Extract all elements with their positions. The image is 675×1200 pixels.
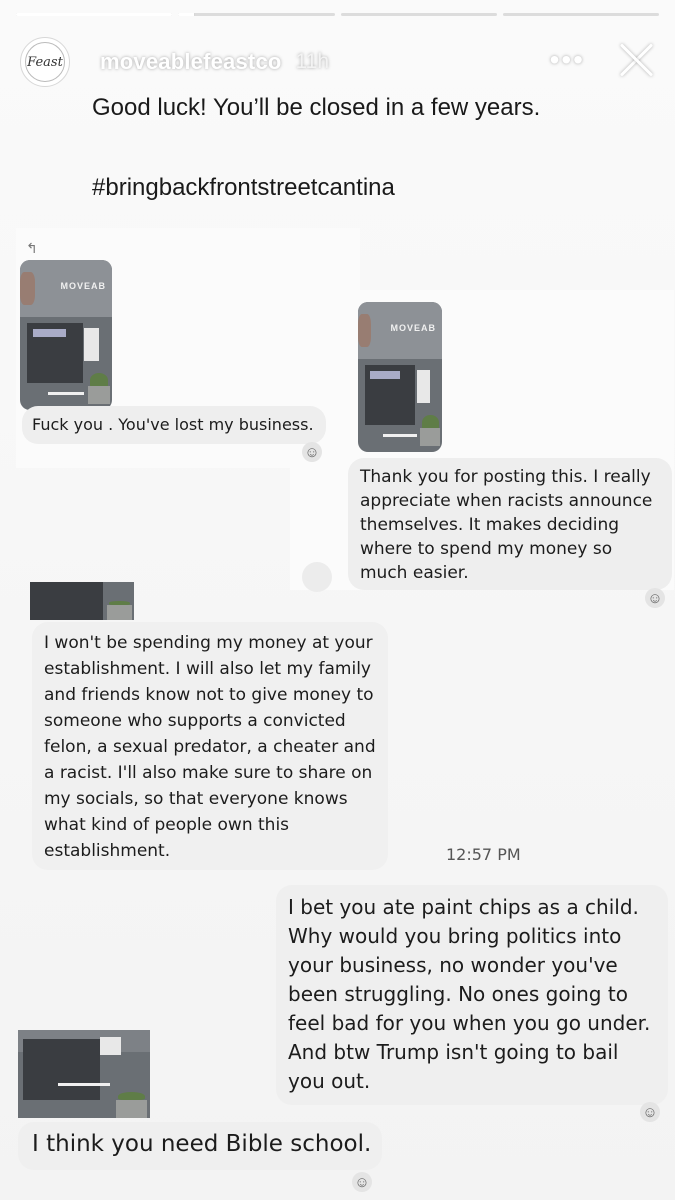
message-bubble: Fuck you . You've lost my business. xyxy=(22,406,326,444)
reply-arrow-icon: ↰ xyxy=(26,240,38,256)
progress-segment xyxy=(178,13,335,16)
more-options-icon[interactable]: ••• xyxy=(550,44,585,76)
story-header: Feast moveablefeastco 11h ••• xyxy=(20,37,659,87)
post-time: 11h xyxy=(295,50,330,73)
storefront-photo: MOVEAB xyxy=(358,302,442,452)
message-bubble: Thank you for posting this. I really app… xyxy=(348,458,672,590)
message-bubble: I think you need Bible school. xyxy=(18,1122,382,1170)
storefront-photo xyxy=(18,1030,150,1118)
message-bubble: I won't be spending my money at your est… xyxy=(32,622,388,870)
storefront-sign: MOVEAB xyxy=(390,323,436,333)
storefront-photo-cropped xyxy=(30,582,134,620)
story-hashtag: #bringbackfrontstreetcantina xyxy=(92,174,395,201)
add-reaction-icon[interactable]: ☺ xyxy=(640,1102,660,1122)
storefront-sign: MOVEAB xyxy=(60,281,106,291)
add-reaction-icon[interactable]: ☺ xyxy=(352,1172,372,1192)
story-progress xyxy=(16,13,659,17)
story-view: Feast moveablefeastco 11h ••• Good luck!… xyxy=(0,0,675,1200)
story-caption: Good luck! You’ll be closed in a few yea… xyxy=(92,94,541,121)
close-icon[interactable] xyxy=(615,38,657,80)
add-reaction-icon[interactable]: ☺ xyxy=(645,588,665,608)
typing-indicator xyxy=(302,562,332,592)
account-name[interactable]: moveablefeastco xyxy=(100,49,282,75)
add-reaction-icon[interactable]: ☺ xyxy=(302,442,322,462)
avatar[interactable]: Feast xyxy=(20,37,70,87)
progress-segment xyxy=(502,13,659,16)
progress-segment xyxy=(340,13,497,16)
message-timestamp: 12:57 PM xyxy=(446,845,521,864)
progress-segment xyxy=(16,13,173,16)
storefront-photo: MOVEAB xyxy=(20,260,112,410)
message-bubble: I bet you ate paint chips as a child. Wh… xyxy=(276,885,668,1105)
